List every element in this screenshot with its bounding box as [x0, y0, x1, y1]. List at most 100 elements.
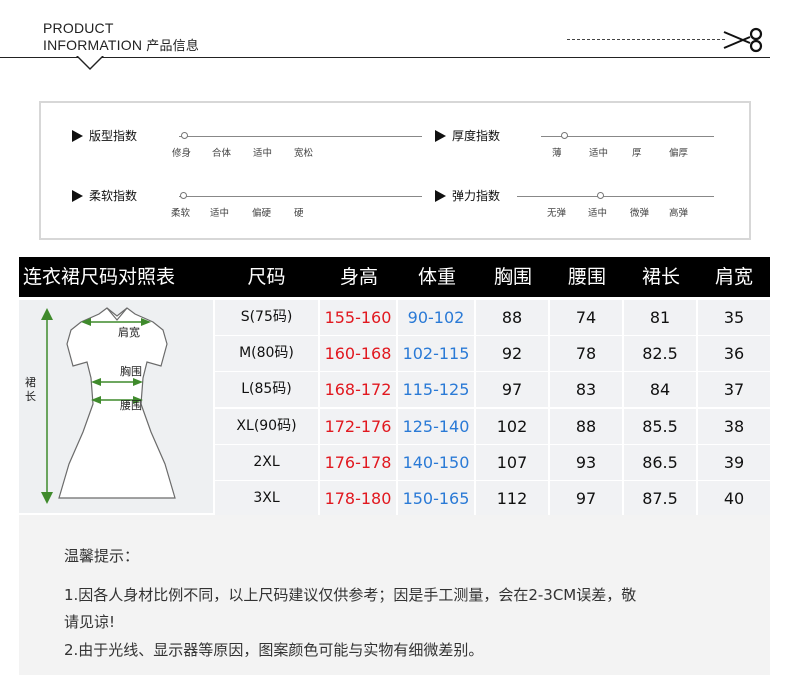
- table-cell-waist: 93: [550, 444, 622, 480]
- scissors-icon: [723, 27, 763, 53]
- table-cell-waist: 88: [550, 408, 622, 444]
- table-cell-waist: 97: [550, 481, 622, 516]
- header-en-line2: INFORMATION: [43, 37, 143, 53]
- diagram-label-bust: 胸围: [120, 365, 142, 378]
- index-selected-marker: [561, 132, 568, 139]
- index-option: 无弹: [547, 208, 567, 219]
- product-information-header: PRODUCT INFORMATION 产品信息: [43, 20, 199, 55]
- table-cell-weight: 140-150: [398, 444, 474, 480]
- col-header-height: 身高: [339, 266, 378, 288]
- table-cell-height: 176-178: [320, 444, 396, 480]
- table-cell-length: 84: [624, 372, 696, 408]
- index-option: 偏硬: [252, 208, 272, 219]
- index-label: 弹力指数: [452, 189, 501, 203]
- table-cell-size: M(80码): [215, 336, 318, 372]
- warm-tips-panel: 温馨提示： 1.因各人身材比例不同，以上尺码建议仅供参考；因是手工测量，会在2-…: [19, 515, 770, 675]
- index-selected-marker: [180, 192, 187, 199]
- index-option: 偏厚: [669, 148, 689, 159]
- diagram-label-shoulder: 肩宽: [118, 326, 140, 339]
- table-cell-size: L(85码): [215, 372, 318, 408]
- triangle-bullet-icon: [435, 190, 446, 202]
- table-cell-size: 2XL: [215, 444, 318, 480]
- index-scale-line: [179, 136, 422, 137]
- dress-outline-illustration: [41, 307, 176, 504]
- index-option: 适中: [253, 148, 273, 159]
- col-header-waist: 腰围: [567, 266, 606, 288]
- table-cell-length: 87.5: [624, 481, 696, 516]
- index-label: 厚度指数: [452, 129, 501, 143]
- table-cell-weight: 125-140: [398, 408, 474, 444]
- diagram-label-length: 裙长: [25, 376, 36, 403]
- col-header-shoulder: 肩宽: [714, 266, 753, 288]
- size-table-title: 连衣裙尺码对照表: [23, 266, 176, 288]
- index-row-1: 厚度指数薄 适中 厚 偏厚: [435, 127, 790, 167]
- table-cell-shoulder: 36: [698, 336, 770, 372]
- index-option: 适中: [588, 208, 608, 219]
- table-cell-height: 172-176: [320, 408, 396, 444]
- table-cell-shoulder: 40: [698, 481, 770, 516]
- tips-title: 温馨提示：: [64, 547, 140, 565]
- col-header-bust: 胸围: [493, 266, 532, 288]
- table-cell-waist: 78: [550, 336, 622, 372]
- table-cell-waist: 74: [550, 300, 622, 335]
- table-cell-size: 3XL: [215, 481, 318, 516]
- index-option: 修身: [172, 148, 192, 159]
- index-row-3: 弹力指数无弹 适中 微弹 高弹: [435, 187, 790, 227]
- tips-line-2: 2.由于光线、显示器等原因，图案颜色可能与实物有细微差别。: [64, 641, 484, 659]
- table-cell-length: 82.5: [624, 336, 696, 372]
- table-cell-shoulder: 39: [698, 444, 770, 480]
- table-cell-shoulder: 37: [698, 372, 770, 408]
- table-cell-bust: 102: [476, 408, 548, 444]
- table-cell-bust: 112: [476, 481, 548, 516]
- index-row-2: 柔软指数柔软 适中 偏硬 硬: [72, 187, 432, 227]
- col-header-weight: 体重: [417, 266, 456, 288]
- table-cell-length: 81: [624, 300, 696, 335]
- table-cell-shoulder: 38: [698, 408, 770, 444]
- table-cell-bust: 92: [476, 336, 548, 372]
- table-cell-waist: 83: [550, 372, 622, 408]
- index-selected-marker: [181, 132, 188, 139]
- index-label: 柔软指数: [89, 189, 138, 203]
- table-cell-weight: 150-165: [398, 481, 474, 516]
- index-label: 版型指数: [89, 129, 138, 143]
- cut-dashed-line: [567, 39, 725, 40]
- index-selected-marker: [597, 192, 604, 199]
- size-table-header: 连衣裙尺码对照表 尺码 身高 体重 胸围 腰围 裙长 肩宽: [19, 257, 770, 297]
- table-cell-bust: 88: [476, 300, 548, 335]
- index-option: 合体: [212, 148, 232, 159]
- table-cell-size: XL(90码): [215, 408, 318, 444]
- table-cell-height: 155-160: [320, 300, 396, 335]
- table-cell-weight: 90-102: [398, 300, 474, 335]
- index-option: 适中: [589, 148, 609, 159]
- index-scale-line: [517, 196, 714, 197]
- index-row-0: 版型指数修身 合体 适中 宽松: [72, 127, 432, 167]
- table-cell-height: 178-180: [320, 481, 396, 516]
- triangle-bullet-icon: [72, 190, 83, 202]
- col-header-length: 裙长: [641, 266, 680, 288]
- table-cell-length: 85.5: [624, 408, 696, 444]
- triangle-bullet-icon: [72, 130, 83, 142]
- table-cell-shoulder: 35: [698, 300, 770, 335]
- index-option: 微弹: [630, 208, 650, 219]
- table-cell-length: 86.5: [624, 444, 696, 480]
- col-header-size: 尺码: [247, 266, 286, 288]
- table-cell-size: S(75码): [215, 300, 318, 335]
- table-cell-weight: 102-115: [398, 336, 474, 372]
- index-scale-line: [179, 196, 422, 197]
- tips-line-1-cont: 请见谅!: [64, 613, 116, 631]
- index-option: 适中: [210, 208, 230, 219]
- index-option: 宽松: [294, 148, 314, 159]
- table-cell-bust: 107: [476, 444, 548, 480]
- index-option: 薄: [552, 148, 562, 159]
- index-option: 厚: [632, 148, 642, 159]
- index-option: 高弹: [669, 208, 689, 219]
- index-option: 硬: [294, 208, 304, 219]
- table-cell-weight: 115-125: [398, 372, 474, 408]
- table-cell-bust: 97: [476, 372, 548, 408]
- index-option: 柔软: [171, 208, 191, 219]
- table-cell-height: 168-172: [320, 372, 396, 408]
- header-divider: [0, 57, 770, 58]
- tips-line-1: 1.因各人身材比例不同，以上尺码建议仅供参考；因是手工测量，会在2-3CM误差，…: [64, 586, 637, 604]
- header-cn: 产品信息: [146, 39, 200, 54]
- diagram-label-waist: 腰围: [120, 399, 142, 412]
